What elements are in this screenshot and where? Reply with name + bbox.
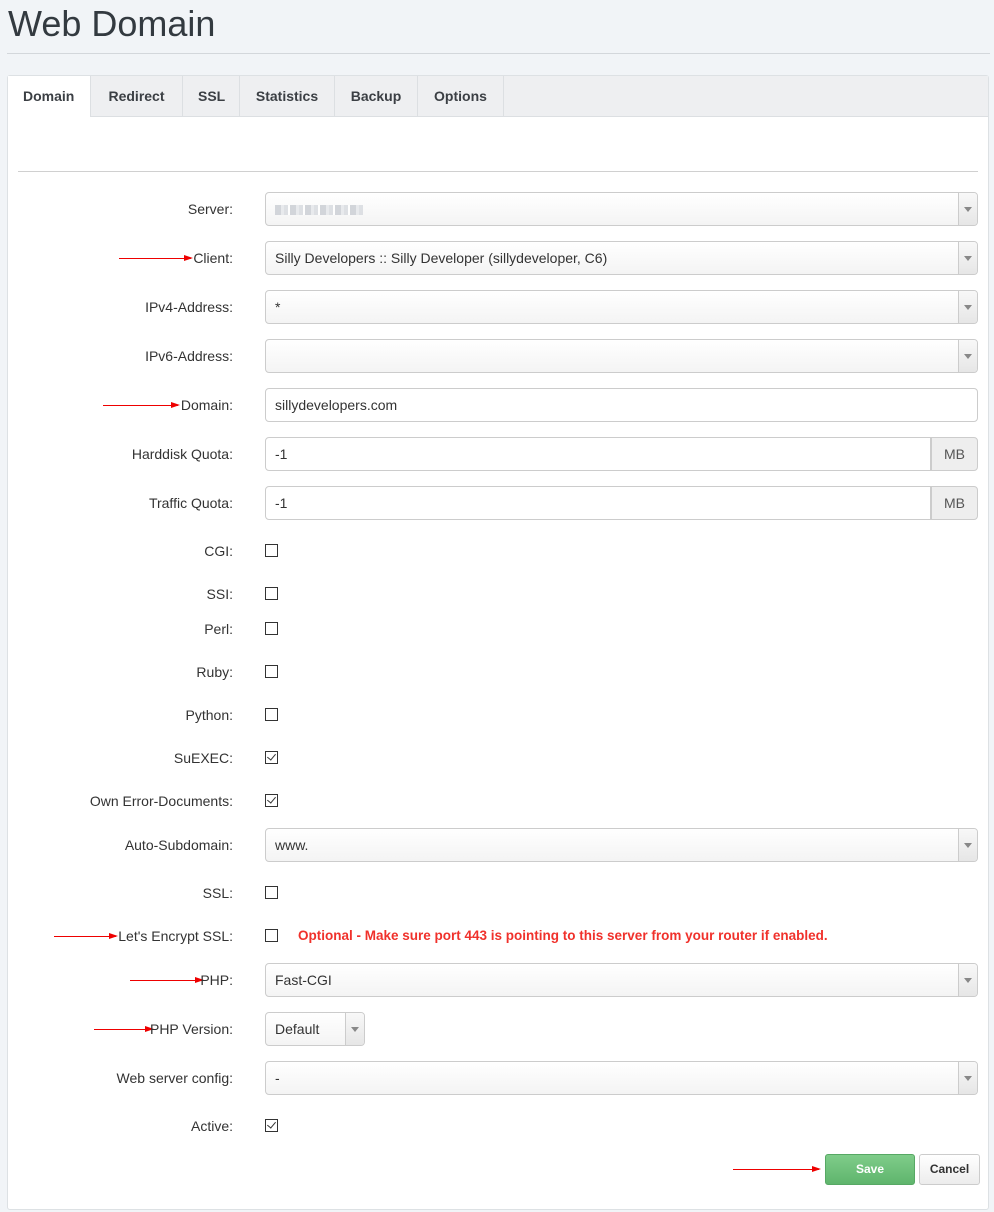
cgi-row: CGI: [8, 534, 988, 568]
auto-subdomain-label: Auto-Subdomain: [124, 837, 233, 853]
client-value: Silly Developers :: Silly Developer (sil… [275, 250, 608, 266]
lets-encrypt-checkbox[interactable] [265, 929, 278, 942]
suexec-checkbox[interactable] [265, 751, 278, 764]
php-version-row: PHP Version: Default [8, 1012, 988, 1046]
tab-ssl[interactable]: SSL [183, 76, 240, 116]
tab-redirect[interactable]: Redirect [91, 76, 183, 116]
ipv4-value: * [275, 299, 281, 315]
lets-encrypt-label: Let's Encrypt SSL: [118, 928, 233, 944]
lets-encrypt-row: Let's Encrypt SSL: Optional - Make sure … [8, 919, 988, 953]
active-label: Active: [190, 1118, 233, 1134]
ruby-row: Ruby: [8, 655, 988, 689]
web-server-config-label: Web server config: [116, 1070, 233, 1086]
php-value: Fast-CGI [275, 972, 332, 988]
ruby-checkbox[interactable] [265, 665, 278, 678]
active-row: Active: [8, 1109, 988, 1143]
suexec-label: SuEXEC: [173, 750, 233, 766]
chevron-down-icon[interactable] [958, 964, 977, 996]
suexec-row: SuEXEC: [8, 741, 988, 775]
ipv6-label: IPv6-Address: [145, 348, 233, 364]
perl-checkbox[interactable] [265, 622, 278, 635]
own-error-documents-checkbox[interactable] [265, 794, 278, 807]
perl-row: Perl: [8, 612, 988, 646]
page-title: Web Domain [8, 3, 216, 44]
ssi-checkbox[interactable] [265, 587, 278, 600]
ssl-label: SSL: [202, 885, 233, 901]
php-row: PHP: Fast-CGI [8, 963, 988, 997]
harddisk-quota-row: Harddisk Quota: -1 MB [8, 437, 988, 471]
harddisk-quota-label: Harddisk Quota: [131, 446, 233, 462]
server-value-blurred [275, 205, 363, 216]
cgi-checkbox[interactable] [265, 544, 278, 557]
traffic-quota-label: Traffic Quota: [148, 495, 233, 511]
ipv4-label: IPv4-Address: [145, 299, 233, 315]
ipv6-select[interactable] [265, 339, 978, 373]
php-version-value: Default [275, 1021, 320, 1037]
php-label: PHP: [200, 972, 233, 988]
chevron-down-icon[interactable] [958, 829, 977, 861]
ssi-label: SSI: [206, 586, 233, 602]
client-label: Client: [193, 250, 233, 266]
section-divider [18, 171, 978, 172]
ssl-checkbox[interactable] [265, 886, 278, 899]
title-divider [7, 53, 990, 54]
chevron-down-icon[interactable] [345, 1013, 364, 1045]
domain-input[interactable]: sillydevelopers.com [265, 388, 978, 422]
ssi-row: SSI: [8, 577, 988, 611]
tab-statistics[interactable]: Statistics [240, 76, 335, 116]
tab-backup[interactable]: Backup [335, 76, 418, 116]
chevron-down-icon[interactable] [958, 291, 977, 323]
client-row: Client: Silly Developers :: Silly Develo… [8, 241, 988, 275]
traffic-quota-row: Traffic Quota: -1 MB [8, 486, 988, 520]
web-server-config-value: - [275, 1070, 280, 1086]
traffic-quota-unit: MB [931, 486, 978, 520]
php-version-label: PHP Version: [149, 1021, 233, 1037]
python-row: Python: [8, 698, 988, 732]
ipv6-row: IPv6-Address: [8, 339, 988, 373]
python-checkbox[interactable] [265, 708, 278, 721]
web-server-config-select[interactable]: - [265, 1061, 978, 1095]
domain-label: Domain: [180, 397, 233, 413]
save-button[interactable]: Save [825, 1154, 915, 1185]
auto-subdomain-row: Auto-Subdomain: www. [8, 828, 988, 862]
auto-subdomain-value: www. [275, 837, 309, 853]
lets-encrypt-note: Optional - Make sure port 443 is pointin… [298, 928, 828, 943]
chevron-down-icon[interactable] [958, 193, 977, 225]
annotation-arrow-icon [733, 1166, 821, 1172]
client-select[interactable]: Silly Developers :: Silly Developer (sil… [265, 241, 978, 275]
ruby-label: Ruby: [196, 664, 233, 680]
ssl-row: SSL: [8, 876, 988, 910]
server-select[interactable] [265, 192, 978, 226]
web-server-config-row: Web server config: - [8, 1061, 988, 1095]
harddisk-quota-input[interactable]: -1 [265, 437, 931, 471]
chevron-down-icon[interactable] [958, 242, 977, 274]
ipv4-select[interactable]: * [265, 290, 978, 324]
perl-label: Perl: [204, 621, 233, 637]
php-version-select[interactable]: Default [265, 1012, 365, 1046]
tab-options[interactable]: Options [418, 76, 504, 116]
own-error-documents-row: Own Error-Documents: [8, 784, 988, 818]
cancel-button[interactable]: Cancel [919, 1154, 980, 1185]
cgi-label: CGI: [204, 543, 233, 559]
chevron-down-icon[interactable] [958, 340, 977, 372]
server-row: Server: [8, 192, 988, 226]
tab-bar: Domain Redirect SSL Statistics Backup Op… [8, 76, 988, 117]
web-domain-panel: Domain Redirect SSL Statistics Backup Op… [7, 75, 989, 1210]
server-label: Server: [187, 201, 233, 217]
tab-domain[interactable]: Domain [8, 76, 91, 117]
active-checkbox[interactable] [265, 1119, 278, 1132]
domain-row: Domain: sillydevelopers.com [8, 388, 988, 422]
traffic-quota-input[interactable]: -1 [265, 486, 931, 520]
ipv4-row: IPv4-Address: * [8, 290, 988, 324]
auto-subdomain-select[interactable]: www. [265, 828, 978, 862]
own-error-documents-label: Own Error-Documents: [89, 793, 233, 809]
harddisk-quota-unit: MB [931, 437, 978, 471]
python-label: Python: [185, 707, 233, 723]
chevron-down-icon[interactable] [958, 1062, 977, 1094]
php-select[interactable]: Fast-CGI [265, 963, 978, 997]
